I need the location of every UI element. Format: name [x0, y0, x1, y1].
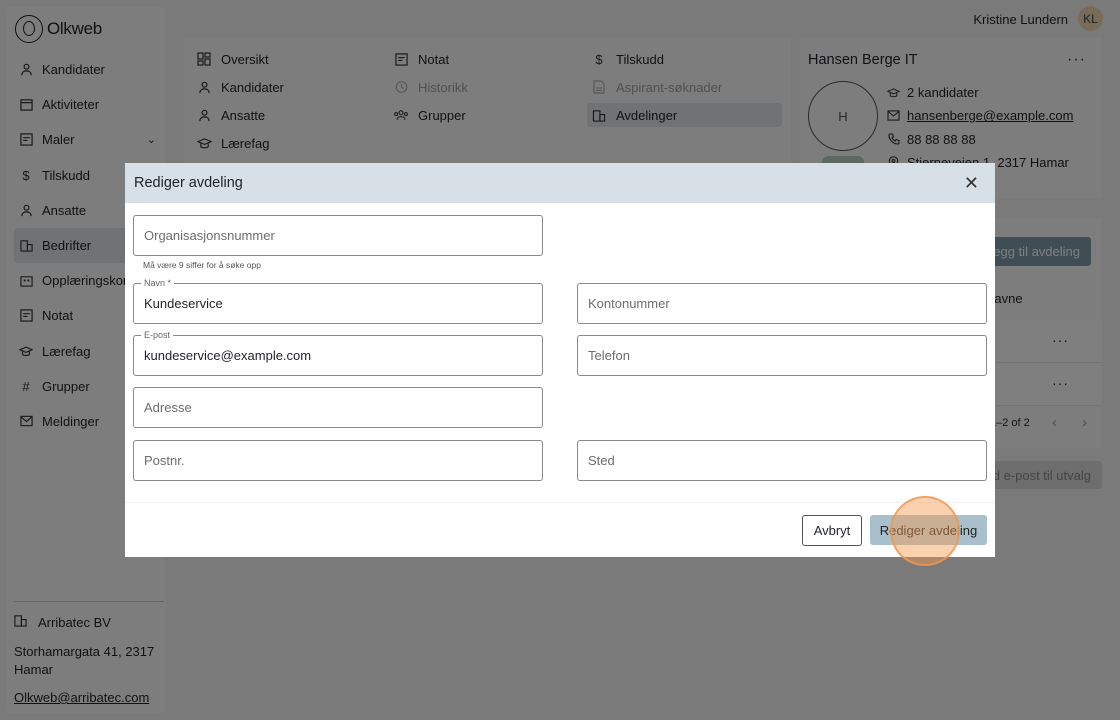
org-number-helper: Må være 9 siffer for å søke opp — [143, 260, 261, 270]
email-field[interactable]: E-post — [133, 329, 543, 376]
postal-code-input[interactable] — [134, 441, 542, 480]
name-input[interactable] — [134, 284, 542, 323]
phone-field[interactable] — [577, 335, 987, 376]
modal-title: Rediger avdeling — [134, 175, 243, 191]
email-input[interactable] — [134, 336, 542, 375]
account-number-field[interactable] — [577, 283, 987, 324]
name-label: Navn * — [141, 277, 175, 289]
modal-header: Rediger avdeling ✕ — [125, 163, 995, 203]
edit-department-modal: Rediger avdeling ✕ Må være 9 siffer for … — [125, 163, 995, 557]
account-number-input[interactable] — [578, 284, 986, 323]
phone-input[interactable] — [578, 336, 986, 375]
org-number-field[interactable] — [133, 215, 543, 256]
address-input[interactable] — [134, 388, 542, 427]
modal-divider — [125, 502, 995, 503]
name-field[interactable]: Navn * — [133, 277, 543, 324]
edit-department-button[interactable]: Rediger avdeling — [870, 515, 987, 545]
city-field[interactable] — [577, 440, 987, 481]
cancel-button[interactable]: Avbryt — [802, 515, 862, 546]
close-icon[interactable]: ✕ — [964, 173, 979, 193]
city-input[interactable] — [578, 441, 986, 480]
address-field[interactable] — [133, 387, 543, 428]
postal-code-field[interactable] — [133, 440, 543, 481]
email-label: E-post — [141, 329, 174, 341]
org-number-input[interactable] — [134, 216, 542, 255]
